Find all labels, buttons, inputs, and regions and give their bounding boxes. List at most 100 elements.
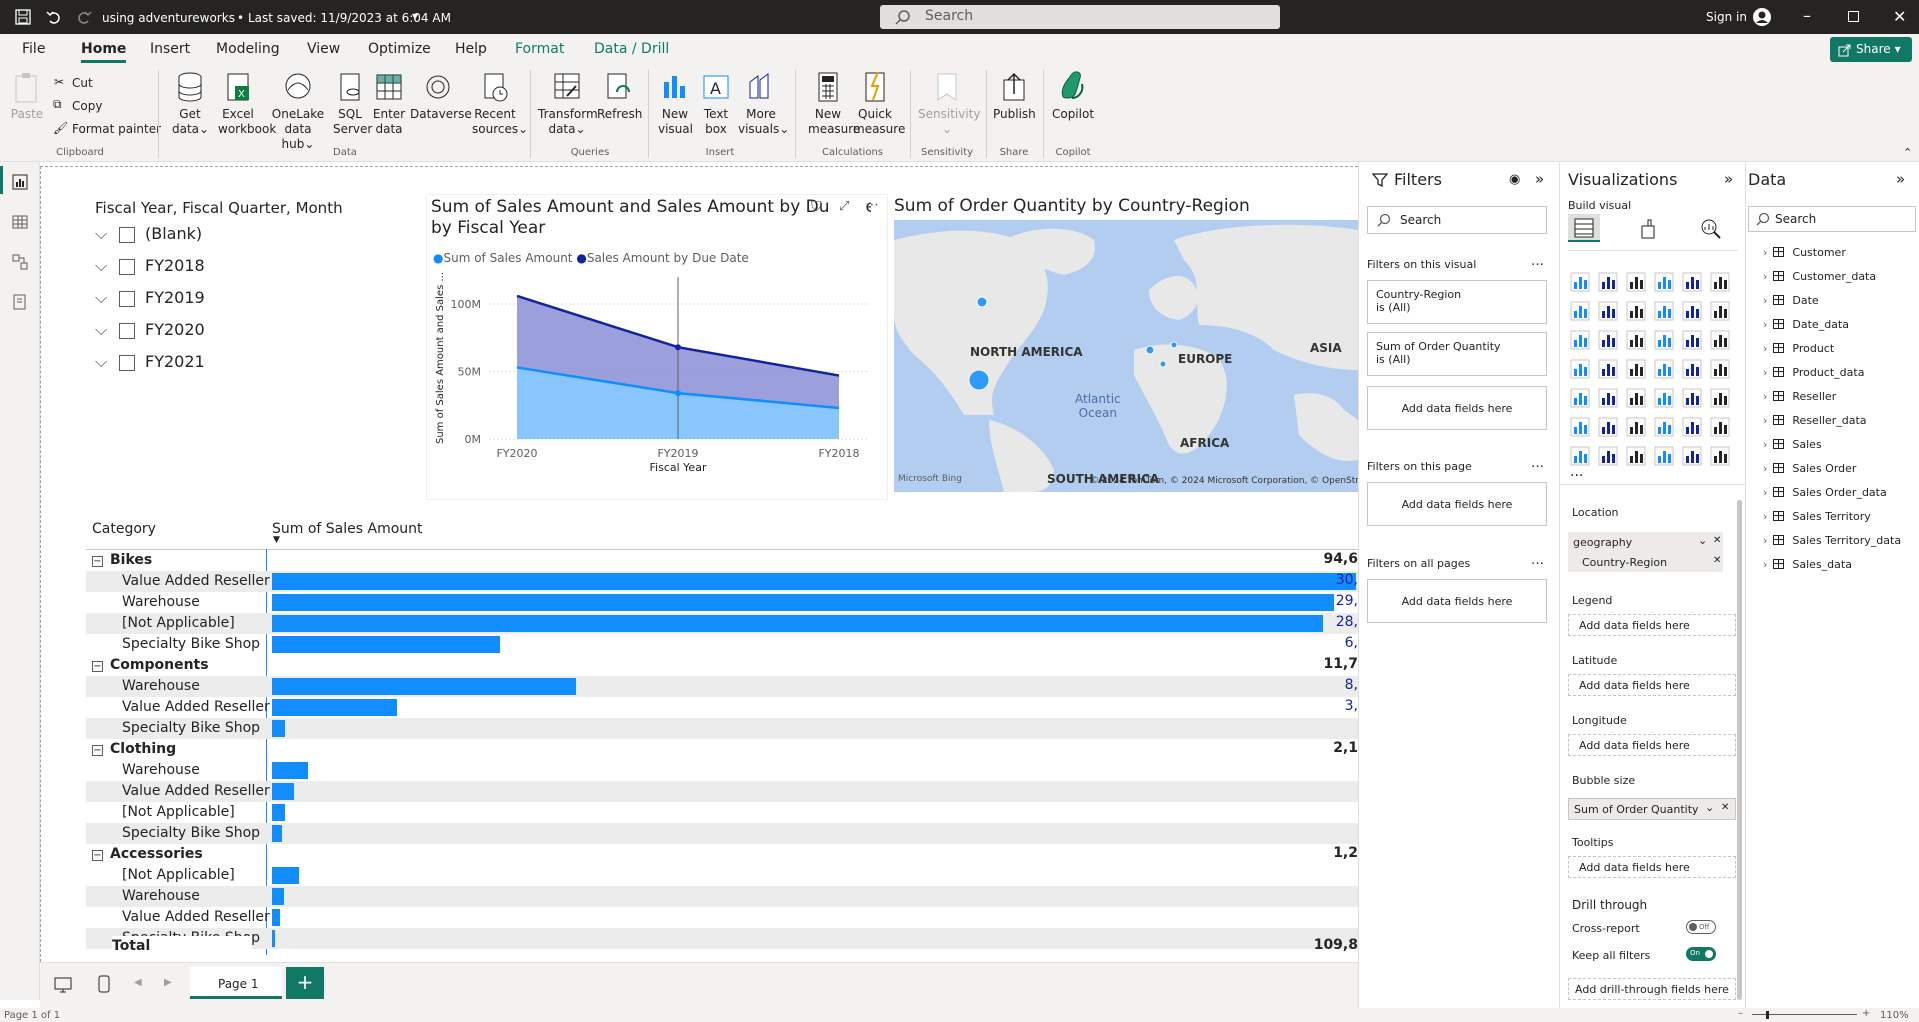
data-bar[interactable] bbox=[272, 930, 275, 947]
python-icon[interactable] bbox=[1570, 417, 1590, 437]
quick-measure-button[interactable]: Quick measure bbox=[853, 70, 905, 137]
collapse-icon[interactable]: − bbox=[92, 661, 103, 672]
eye-icon[interactable]: ◉ bbox=[1509, 172, 1520, 187]
matrix-icon[interactable] bbox=[1682, 388, 1702, 408]
matrix-row-label[interactable]: Value Added Reseller bbox=[122, 697, 270, 717]
data-table-item[interactable]: › Reseller_data bbox=[1763, 414, 1867, 427]
chevron-right-icon[interactable]: › bbox=[1763, 534, 1767, 547]
narrative-icon[interactable] bbox=[1682, 417, 1702, 437]
data-table-item[interactable]: › Date bbox=[1763, 294, 1819, 307]
legend-drop-zone[interactable]: Add data fields here bbox=[1568, 614, 1736, 636]
search-input[interactable]: Search bbox=[880, 5, 1280, 29]
power-automate-icon[interactable] bbox=[1626, 446, 1646, 466]
area-icon[interactable] bbox=[1598, 301, 1618, 321]
tab-data-drill[interactable]: Data / Drill bbox=[594, 41, 669, 57]
matrix-row-label[interactable]: Value Added Reseller bbox=[122, 907, 270, 927]
tab-file[interactable]: File bbox=[22, 41, 45, 57]
report-view-icon[interactable] bbox=[12, 174, 28, 190]
data-bar[interactable] bbox=[272, 762, 308, 779]
copilot-button[interactable]: Copilot bbox=[1050, 70, 1096, 122]
chevron-right-icon[interactable]: › bbox=[1763, 294, 1767, 307]
field-pill[interactable]: geography ⌄ ✕ bbox=[1568, 532, 1723, 552]
chevron-down-icon[interactable]: ⌄ bbox=[1705, 801, 1714, 814]
matrix-group-row[interactable]: − Clothing bbox=[92, 739, 176, 759]
tab-home[interactable]: Home bbox=[81, 41, 127, 63]
key-influencers-icon[interactable] bbox=[1598, 417, 1618, 437]
checkbox[interactable] bbox=[119, 354, 135, 371]
donut-icon[interactable] bbox=[1710, 330, 1730, 350]
data-bar[interactable] bbox=[272, 594, 1334, 611]
slicer-item[interactable]: ⌵ FY2018 bbox=[95, 256, 205, 276]
data-table-item[interactable]: › Sales bbox=[1763, 438, 1822, 451]
waterfall-icon[interactable] bbox=[1598, 330, 1618, 350]
decomposition-icon[interactable] bbox=[1626, 417, 1646, 437]
data-bar[interactable] bbox=[272, 888, 284, 905]
slicer-item[interactable]: ⌵ FY2020 bbox=[95, 320, 205, 340]
chevron-right-icon[interactable]: › bbox=[1763, 318, 1767, 331]
new-visual-button[interactable]: New visual bbox=[658, 70, 693, 137]
text-box-button[interactable]: A Text box bbox=[699, 70, 733, 137]
keep-all-filters-toggle[interactable]: On bbox=[1686, 947, 1716, 961]
add-filter-drop-zone[interactable]: Add data fields here bbox=[1367, 579, 1547, 623]
format-painter-button[interactable]: Format painter bbox=[72, 122, 161, 136]
minimize-icon[interactable]: – bbox=[1803, 6, 1811, 25]
treemap-icon[interactable] bbox=[1570, 359, 1590, 379]
sort-descending-icon[interactable]: ▼ bbox=[273, 535, 280, 545]
remove-field-icon[interactable]: ✕ bbox=[1721, 802, 1729, 813]
filled-map-icon[interactable] bbox=[1626, 359, 1646, 379]
line-icon[interactable] bbox=[1570, 301, 1590, 321]
card-icon[interactable] bbox=[1710, 359, 1730, 379]
sql-server-button[interactable]: SQL Server bbox=[333, 70, 372, 137]
collapse-icon[interactable]: − bbox=[92, 556, 103, 567]
legend-item[interactable]: Sales Amount by Due Date bbox=[587, 251, 749, 265]
build-visual-tab[interactable] bbox=[1568, 214, 1600, 242]
gauge-icon[interactable] bbox=[1682, 359, 1702, 379]
refresh-button[interactable]: Refresh bbox=[597, 70, 642, 122]
map-bubble[interactable] bbox=[976, 296, 988, 308]
checkbox[interactable] bbox=[119, 290, 135, 307]
matrix-row-label[interactable]: Warehouse bbox=[122, 760, 200, 780]
diamond-icon[interactable] bbox=[1682, 446, 1702, 466]
cut-button[interactable]: Cut bbox=[72, 76, 93, 90]
matrix-group-row[interactable]: − Components bbox=[92, 655, 209, 675]
data-bar[interactable] bbox=[272, 573, 1356, 590]
format-visual-icon[interactable] bbox=[1638, 218, 1658, 240]
collapse-ribbon-icon[interactable]: ⌃ bbox=[1903, 146, 1912, 159]
chevron-down-icon[interactable]: ⌵ bbox=[95, 288, 119, 308]
data-table-item[interactable]: › Customer bbox=[1763, 246, 1846, 259]
checkbox[interactable] bbox=[119, 258, 135, 275]
undo-icon[interactable] bbox=[46, 9, 62, 25]
map-bubble[interactable] bbox=[1159, 360, 1167, 368]
slicer-item[interactable]: ⌵ FY2021 bbox=[95, 352, 205, 372]
collapse-filters-icon[interactable]: » bbox=[1535, 170, 1544, 188]
recent-sources-button[interactable]: Recent sources⌄ bbox=[472, 70, 528, 137]
chevron-right-icon[interactable]: › bbox=[1763, 486, 1767, 499]
kpi-icon[interactable] bbox=[1598, 388, 1618, 408]
data-table-item[interactable]: › Sales_data bbox=[1763, 558, 1852, 571]
column-header-category[interactable]: Category bbox=[92, 521, 156, 537]
remove-field-icon[interactable]: ✕ bbox=[1713, 535, 1721, 546]
funnel-icon[interactable] bbox=[1626, 330, 1646, 350]
tab-view[interactable]: View bbox=[307, 41, 340, 57]
data-bar[interactable] bbox=[272, 678, 576, 695]
checkbox[interactable] bbox=[119, 226, 135, 243]
filter-card[interactable]: Country-Region is (All) bbox=[1367, 280, 1547, 324]
chevron-down-icon[interactable]: ⌵ bbox=[95, 320, 119, 340]
stacked-area-icon[interactable] bbox=[1626, 301, 1646, 321]
azure-map-icon[interactable] bbox=[1654, 359, 1674, 379]
custom-icon[interactable] bbox=[1654, 446, 1674, 466]
data-table-item[interactable]: › Customer_data bbox=[1763, 270, 1876, 283]
data-bar[interactable] bbox=[272, 867, 299, 884]
slicer-item[interactable]: ⌵ FY2019 bbox=[95, 288, 205, 308]
data-search-input[interactable]: Search bbox=[1748, 206, 1916, 232]
data-table-item[interactable]: › Product bbox=[1763, 342, 1834, 355]
chevron-down-icon[interactable]: ⌵ bbox=[95, 256, 119, 276]
data-table-item[interactable]: › Reseller bbox=[1763, 390, 1836, 403]
matrix-row-label[interactable]: Value Added Reseller bbox=[122, 781, 270, 801]
filter-icon[interactable]: ⛉ bbox=[811, 199, 822, 215]
stacked-bar-icon[interactable] bbox=[1570, 272, 1590, 292]
scatter-icon[interactable] bbox=[1654, 330, 1674, 350]
close-icon[interactable]: ✕ bbox=[1893, 7, 1906, 26]
more-options-icon[interactable]: ⋯ bbox=[865, 197, 879, 213]
ribbon-icon[interactable] bbox=[1570, 330, 1590, 350]
